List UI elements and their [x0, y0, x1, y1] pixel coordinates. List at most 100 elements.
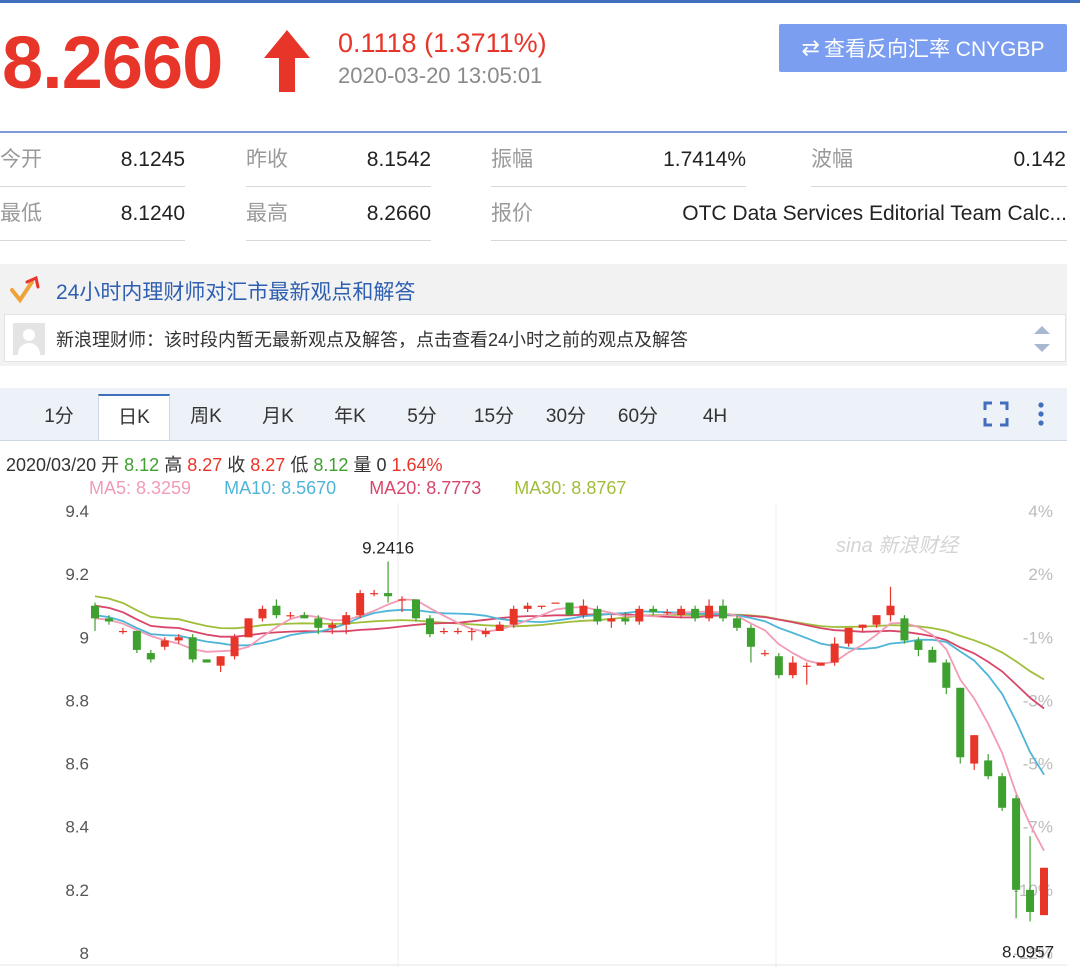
ma30-label: MA30: 8.8767	[514, 478, 627, 498]
y-right-tick-label: 4%	[1028, 502, 1053, 521]
prev-close-label: 昨收	[246, 148, 288, 171]
amplitude-label: 振幅	[491, 148, 533, 171]
advisor-message[interactable]: 新浪理财师：该时段内暂无最新观点及解答，点击查看24小时之前的观点及解答	[56, 326, 688, 352]
candle-body	[746, 627, 755, 647]
ma20-label: MA20: 8.7773	[369, 478, 482, 498]
ohlc-low-label: 低	[290, 455, 309, 475]
trend-check-icon	[10, 276, 40, 304]
ohlc-date: 2020/03/20	[6, 455, 97, 475]
row-divider	[491, 240, 1067, 241]
candle-body	[104, 618, 113, 622]
top-accent-line	[0, 0, 1080, 3]
sina-watermark: sina 新浪财经	[836, 535, 960, 557]
candle-body	[886, 605, 895, 616]
candle-body	[635, 608, 644, 622]
candle-body	[244, 618, 253, 638]
tab-7[interactable]: 30分	[530, 394, 602, 440]
open-value: 8.1245	[120, 148, 185, 171]
quote-source-label: 报价	[491, 202, 533, 225]
tab-5[interactable]: 5分	[386, 394, 458, 440]
candle-body	[481, 630, 490, 635]
tab-9[interactable]: 4H	[674, 394, 756, 440]
candle-body	[328, 624, 337, 628]
candle-body	[844, 627, 853, 644]
candle-body	[970, 735, 979, 764]
scroll-up-down-icon[interactable]	[1031, 322, 1053, 356]
y-tick-label: 8	[80, 944, 89, 963]
candle-body	[705, 605, 714, 619]
candle-body	[314, 618, 323, 628]
candle-body	[1026, 889, 1035, 912]
ohlc-volume: 0	[376, 455, 387, 475]
candle-body	[816, 662, 825, 666]
tab-8[interactable]: 60分	[602, 394, 674, 440]
y-tick-label: 9.4	[65, 502, 89, 521]
ohlc-close-label: 收	[227, 455, 246, 475]
tab-4[interactable]: 年K	[314, 394, 386, 440]
candle-body	[956, 687, 965, 758]
fullscreen-icon[interactable]	[982, 400, 1010, 428]
ohlc-pct: 1.64%	[391, 455, 443, 475]
tab-1min[interactable]: 1分	[20, 394, 98, 440]
kline-chart[interactable]: 9.49.298.88.68.48.284%2%-1%-3%-5%-7%-10%…	[0, 500, 1080, 967]
candle-body	[565, 602, 574, 616]
candle-body	[900, 618, 909, 641]
candle-body	[132, 630, 141, 650]
candle-body	[356, 593, 365, 616]
tab-6[interactable]: 15分	[458, 394, 530, 440]
advisor-title-link[interactable]: 24小时内理财师对汇市最新观点和解答	[56, 276, 415, 306]
candle-body	[398, 599, 407, 601]
candle-body	[188, 637, 197, 660]
candle-body	[509, 608, 518, 625]
candle-body	[174, 637, 183, 641]
high-label: 最高	[246, 202, 288, 225]
y-tick-label: 8.8	[65, 691, 89, 710]
y-tick-label: 8.6	[65, 755, 89, 774]
current-price: 8.2660	[2, 21, 223, 104]
candle-body	[342, 615, 351, 625]
max-price-label: 9.2416	[362, 539, 414, 558]
ohlc-volume-label: 量	[353, 455, 372, 475]
candle-body	[691, 608, 700, 619]
more-options-icon[interactable]	[1034, 400, 1048, 428]
high-value: 8.2660	[366, 202, 431, 225]
candle-body	[216, 656, 225, 666]
candle-body	[495, 624, 504, 631]
y-right-tick-label: 2%	[1028, 565, 1053, 584]
candle-body	[774, 656, 783, 676]
tab-1[interactable]: 日K	[98, 394, 170, 440]
ohlc-high-label: 高	[164, 455, 183, 475]
tab-2[interactable]: 周K	[170, 394, 242, 440]
ohlc-info-line: 2020/03/20 开 8.12 高 8.27 收 8.27 低 8.12 量…	[6, 451, 443, 477]
candle-body	[802, 665, 811, 667]
candle-body	[384, 593, 393, 597]
candle-body	[607, 618, 616, 622]
wave-label: 波幅	[811, 148, 853, 171]
candle-body	[91, 605, 99, 619]
candle-body	[663, 612, 672, 614]
candle-body	[300, 615, 309, 619]
candle-body	[453, 630, 462, 633]
candle-body	[649, 608, 658, 613]
wave-value: 0.142	[1013, 148, 1066, 171]
candle-body	[858, 624, 867, 628]
candle-body	[732, 618, 741, 628]
reverse-rate-button[interactable]: ⇄ 查看反向汇率 CNYGBP	[779, 24, 1067, 72]
candle-body	[677, 608, 686, 616]
candle-body	[760, 653, 769, 655]
ma5-label: MA5: 8.3259	[89, 478, 192, 498]
y-tick-label: 8.2	[65, 881, 89, 900]
ma10-label: MA10: 8.5670	[224, 478, 337, 498]
avatar	[13, 323, 45, 355]
ma-legend: MA5: 8.3259 MA10: 8.5670 MA20: 8.7773 MA…	[89, 478, 654, 499]
low-value: 8.1240	[120, 202, 185, 225]
reverse-rate-label: 查看反向汇率 CNYGBP	[823, 38, 1045, 61]
candle-body	[579, 605, 588, 616]
y-tick-label: 9.2	[65, 565, 89, 584]
candle-body	[914, 640, 923, 650]
candle-body	[1012, 798, 1021, 890]
candle-body	[258, 608, 267, 619]
candle-body	[370, 593, 379, 595]
tab-3[interactable]: 月K	[242, 394, 314, 440]
y-right-tick-label: -7%	[1023, 818, 1053, 837]
